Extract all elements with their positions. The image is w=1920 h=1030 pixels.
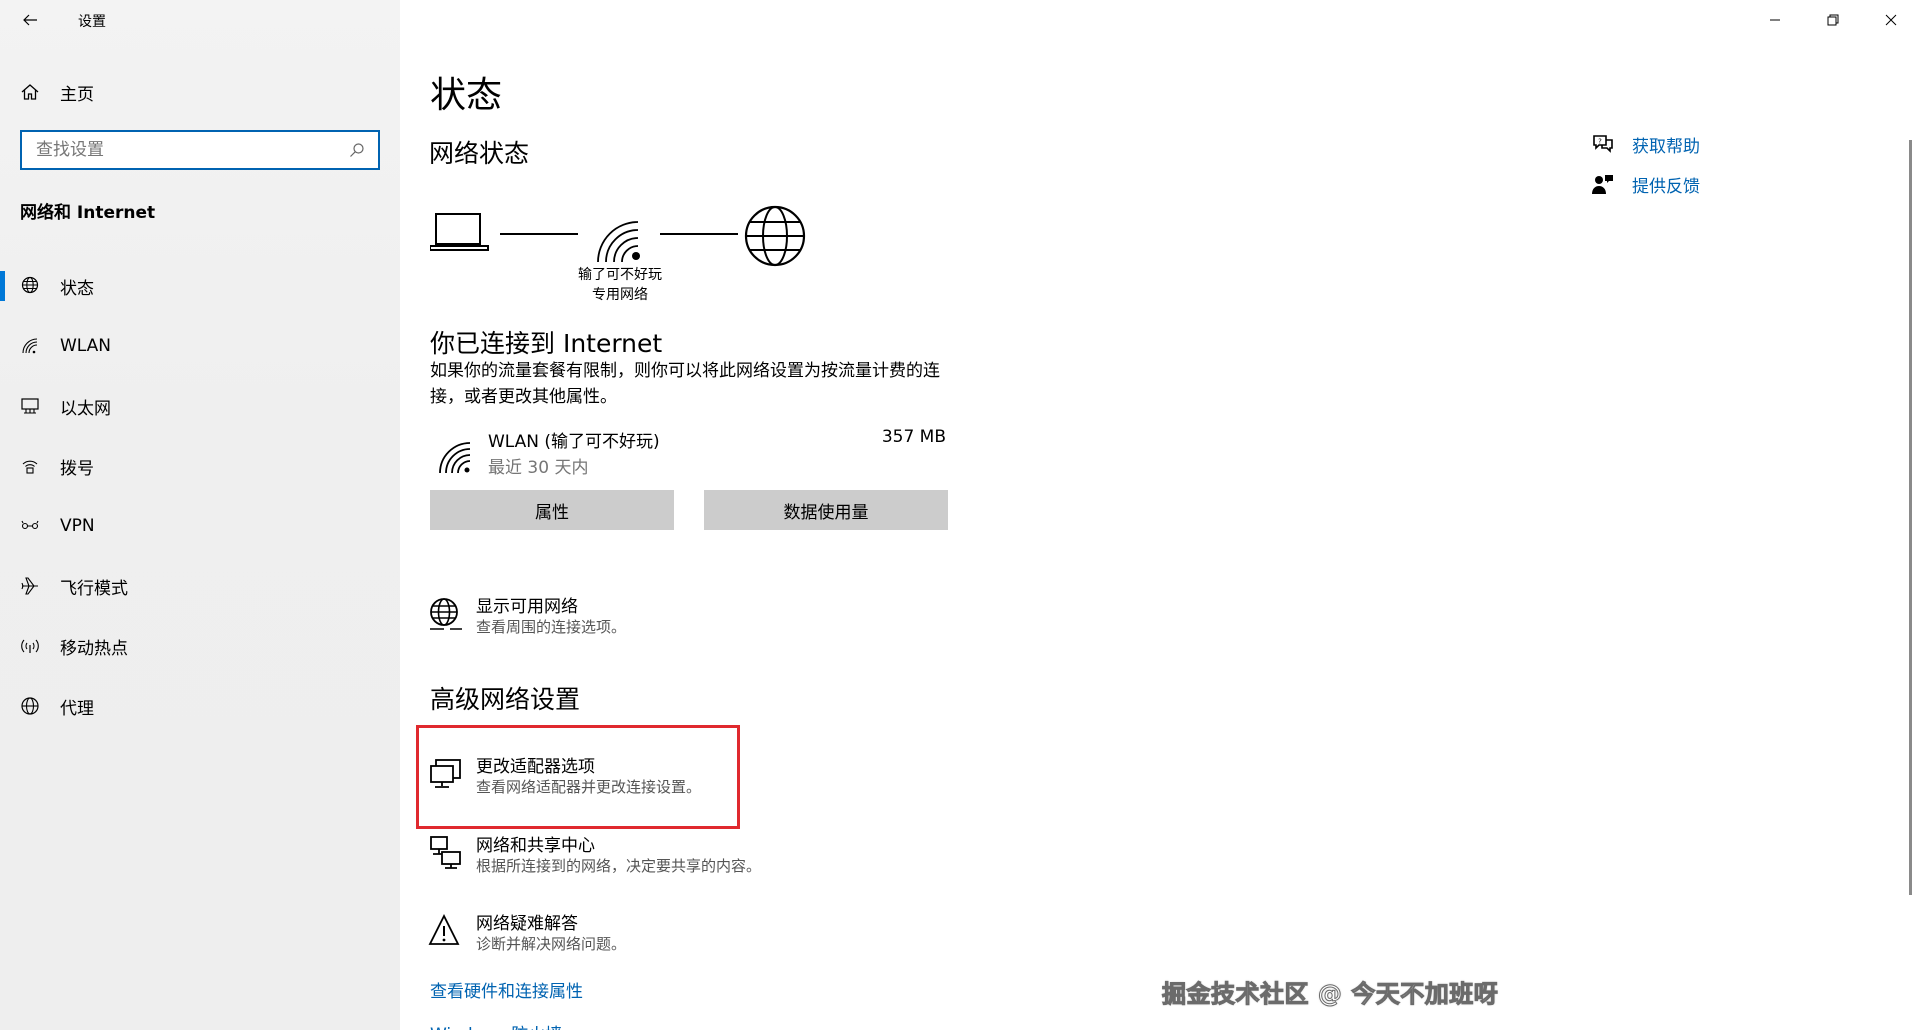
restore-button[interactable] — [1804, 0, 1862, 40]
network-caption: 输了可不好玩 专用网络 — [570, 265, 670, 305]
network-sharing-center[interactable]: 网络和共享中心 根据所连接到的网络，决定要共享的内容。 — [428, 831, 928, 887]
vpn-icon — [20, 516, 40, 536]
airplane-icon — [20, 576, 40, 596]
sidebar-item-label: 拨号 — [60, 458, 94, 479]
windows-firewall-link[interactable]: Windows 防火墙 — [430, 1020, 562, 1030]
network-globe-icon — [430, 598, 462, 630]
window-controls — [1746, 0, 1920, 40]
adapter-options-subtitle: 查看网络适配器并更改连接设置。 — [476, 778, 702, 796]
main-content: 状态 网络状态 输了可不好玩 专用网络 你已连接到 Internet 如果你的流… — [400, 0, 1920, 1030]
sharing-center-title: 网络和共享中心 — [476, 836, 595, 856]
connection-period: 最近 30 天内 — [488, 458, 589, 478]
troubleshooter-title: 网络疑难解答 — [476, 914, 578, 934]
svg-text:?: ? — [1598, 138, 1602, 146]
close-icon — [1885, 14, 1897, 26]
sidebar-item-home[interactable]: 主页 — [0, 72, 400, 112]
feedback-person-icon — [1590, 171, 1616, 197]
show-networks-subtitle: 查看周围的连接选项。 — [476, 618, 627, 636]
sidebar-nav: 状态 WLAN 以太网 拨号 VPN 飞行模式 移动热点 代理 — [0, 256, 400, 736]
globe-status-icon — [20, 276, 40, 296]
page-title: 状态 — [430, 75, 503, 116]
ethernet-icon — [20, 396, 40, 416]
vertical-scrollbar[interactable] — [1909, 140, 1912, 895]
change-adapter-options[interactable]: 更改适配器选项 查看网络适配器并更改连接设置。 — [428, 752, 928, 808]
sidebar-item-label: 状态 — [60, 278, 94, 299]
data-usage-button[interactable]: 数据使用量 — [704, 490, 948, 530]
network-type: 专用网络 — [592, 287, 648, 303]
feedback-link[interactable]: 提供反馈 — [1590, 164, 1700, 204]
laptop-icon — [429, 213, 489, 251]
sidebar: 设置 主页 网络和 Internet 状态 WLAN 以太网 — [0, 0, 400, 1030]
sidebar-item-label: WLAN — [60, 336, 112, 356]
home-icon — [21, 84, 39, 100]
sidebar-item-label: 飞行模式 — [60, 578, 128, 599]
network-diagram-graphic — [429, 205, 806, 267]
feedback-label: 提供反馈 — [1632, 176, 1700, 197]
sidebar-item-wlan[interactable]: WLAN — [0, 316, 400, 376]
title-bar: 设置 — [0, 0, 400, 40]
help-chat-icon: ? — [1590, 131, 1616, 157]
warning-triangle-icon — [428, 913, 460, 945]
sidebar-item-vpn[interactable]: VPN — [0, 496, 400, 556]
watermark-text: 掘金技术社区 @ 今天不加班呀 — [1161, 980, 1499, 1009]
adapter-options-title: 更改适配器选项 — [476, 757, 595, 777]
minimize-icon — [1770, 19, 1780, 21]
sidebar-item-label: VPN — [60, 516, 95, 536]
back-arrow-icon — [23, 14, 37, 26]
network-status-heading: 网络状态 — [429, 139, 530, 168]
wifi-connection-icon — [439, 442, 471, 474]
wifi-signal-icon — [597, 221, 640, 263]
help-panel: ? 获取帮助 提供反馈 — [1590, 124, 1700, 204]
show-available-networks[interactable]: 显示可用网络 查看周围的连接选项。 — [428, 592, 928, 648]
connected-title: 你已连接到 Internet — [430, 329, 663, 358]
sidebar-item-ethernet[interactable]: 以太网 — [0, 376, 400, 436]
network-name: 输了可不好玩 — [578, 267, 662, 283]
connected-description: 如果你的流量套餐有限制，则你可以将此网络设置为按流量计费的连接，或者更改其他属性… — [430, 361, 940, 407]
search-box — [20, 130, 380, 170]
hotspot-icon — [20, 636, 40, 656]
sidebar-section-heading: 网络和 Internet — [20, 203, 156, 223]
sidebar-item-label: 代理 — [60, 698, 94, 719]
search-icon[interactable] — [342, 135, 372, 165]
close-button[interactable] — [1862, 0, 1920, 40]
sidebar-item-label: 以太网 — [60, 398, 111, 419]
sharing-center-subtitle: 根据所连接到的网络，决定要共享的内容。 — [476, 857, 762, 875]
connection-summary: WLAN (输了可不好玩) 最近 30 天内 357 MB — [430, 425, 946, 481]
proxy-globe-icon — [20, 696, 40, 716]
sidebar-item-hotspot[interactable]: 移动热点 — [0, 616, 400, 676]
get-help-label: 获取帮助 — [1632, 136, 1700, 157]
show-networks-title: 显示可用网络 — [476, 597, 578, 617]
advanced-settings-heading: 高级网络设置 — [430, 685, 581, 714]
sidebar-item-label: 移动热点 — [60, 638, 128, 659]
internet-globe-icon — [744, 205, 806, 267]
minimize-button[interactable] — [1746, 0, 1804, 40]
sidebar-item-airplane[interactable]: 飞行模式 — [0, 556, 400, 616]
network-troubleshooter[interactable]: 网络疑难解答 诊断并解决网络问题。 — [428, 909, 928, 965]
sidebar-home-label: 主页 — [60, 84, 94, 105]
wifi-icon — [20, 336, 40, 356]
search-input[interactable] — [22, 132, 342, 168]
get-help-link[interactable]: ? 获取帮助 — [1590, 124, 1700, 164]
monitor-adapter-icon — [430, 759, 461, 788]
troubleshooter-subtitle: 诊断并解决网络问题。 — [476, 935, 627, 953]
sidebar-item-dialup[interactable]: 拨号 — [0, 436, 400, 496]
network-diagram: 输了可不好玩 专用网络 — [429, 200, 810, 310]
hardware-properties-link[interactable]: 查看硬件和连接属性 — [430, 977, 583, 1002]
dialup-icon — [20, 456, 40, 476]
properties-button[interactable]: 属性 — [430, 490, 674, 530]
connection-usage: 357 MB — [881, 427, 946, 447]
back-button[interactable] — [10, 4, 50, 36]
sidebar-item-status[interactable]: 状态 — [0, 256, 400, 316]
app-title: 设置 — [78, 14, 106, 30]
connection-name: WLAN (输了可不好玩) — [488, 432, 660, 452]
sidebar-item-proxy[interactable]: 代理 — [0, 676, 400, 736]
restore-icon — [1827, 14, 1839, 26]
sharing-center-icon — [430, 836, 461, 869]
